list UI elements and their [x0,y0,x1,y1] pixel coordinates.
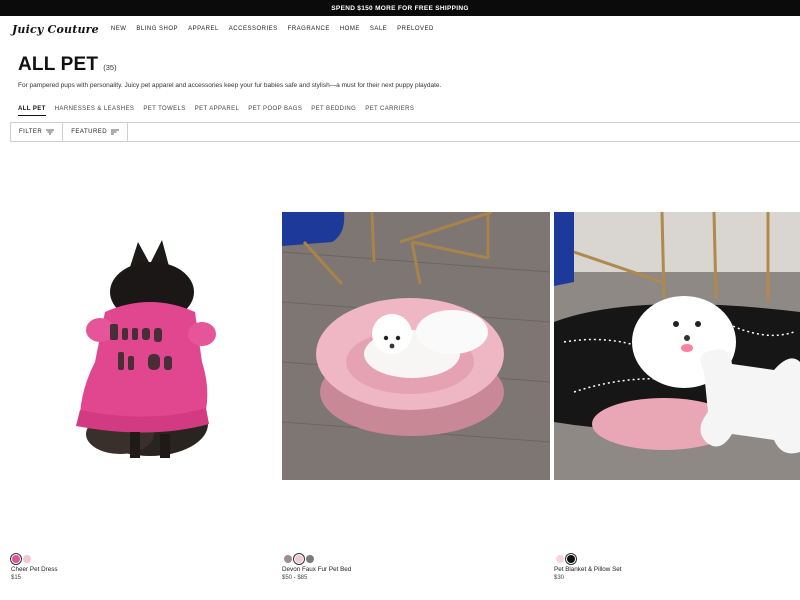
nav-bling-shop[interactable]: BLING SHOP [136,26,178,32]
filter-bar: FILTER FEATURED [10,122,800,142]
site-header: Juicy Couture NEW BLING SHOP APPAREL ACC… [0,16,800,42]
swatch-option[interactable] [306,555,314,563]
pink-bed-photo [282,212,550,480]
main-nav: NEW BLING SHOP APPAREL ACCESSORIES FRAGR… [111,26,434,32]
category-tabs: ALL PET HARNESSES & LEASHES PET TOWELS P… [18,106,414,116]
sort-label: FEATURED [71,129,108,135]
product-price: $30 [554,575,565,581]
product-price: $15 [11,575,22,581]
nav-new[interactable]: NEW [111,26,127,32]
swatch-option[interactable] [23,555,31,563]
filter-icon [46,129,55,135]
product-image[interactable] [554,212,800,480]
tab-all-pet[interactable]: ALL PET [18,106,46,116]
tab-pet-apparel[interactable]: PET APPAREL [195,106,240,116]
nav-preloved[interactable]: PRELOVED [397,26,434,32]
dog-in-dress-image [76,240,216,458]
product-name[interactable]: Pet Blanket & Pillow Set [554,566,622,573]
brand-logo[interactable]: Juicy Couture [12,23,99,36]
product-price: $50 - $85 [282,575,308,581]
nav-fragrance[interactable]: FRAGRANCE [288,26,330,32]
blanket-pillow-photo [554,212,800,480]
promo-text: SPEND $150 MORE FOR FREE SHIPPING [331,4,469,12]
nav-accessories[interactable]: ACCESSORIES [229,26,278,32]
nav-apparel[interactable]: APPAREL [188,26,219,32]
nav-home[interactable]: HOME [340,26,360,32]
product-name[interactable]: Cheer Pet Dress [11,566,58,573]
tab-pet-towels[interactable]: PET TOWELS [143,106,185,116]
filter-button[interactable]: FILTER [11,123,64,141]
nav-sale[interactable]: SALE [370,26,387,32]
product-name[interactable]: Devon Faux Fur Pet Bed [282,566,351,573]
promo-banner[interactable]: SPEND $150 MORE FOR FREE SHIPPING [0,0,800,16]
product-image[interactable] [282,212,550,480]
tab-pet-poop-bags[interactable]: PET POOP BAGS [248,106,302,116]
product-count: (35) [103,63,117,72]
tab-pet-bedding[interactable]: PET BEDDING [311,106,356,116]
sort-icon [111,129,120,135]
filter-label: FILTER [19,129,43,135]
swatch-option[interactable] [567,555,575,563]
tab-pet-carriers[interactable]: PET CARRIERS [365,106,414,116]
swatch-option[interactable] [295,555,303,563]
tab-harnesses-leashes[interactable]: HARNESSES & LEASHES [55,106,135,116]
sort-button[interactable]: FEATURED [63,123,129,141]
color-swatches [284,555,314,563]
swatch-option[interactable] [12,555,20,563]
page-description: For pampered pups with personality. Juic… [18,82,442,89]
color-swatches [12,555,31,563]
swatch-option[interactable] [284,555,292,563]
page-heading: ALL PET (35) [18,54,117,76]
product-image[interactable] [10,212,278,480]
swatch-option[interactable] [556,555,564,563]
page-title: ALL PET [18,54,99,75]
color-swatches [556,555,575,563]
